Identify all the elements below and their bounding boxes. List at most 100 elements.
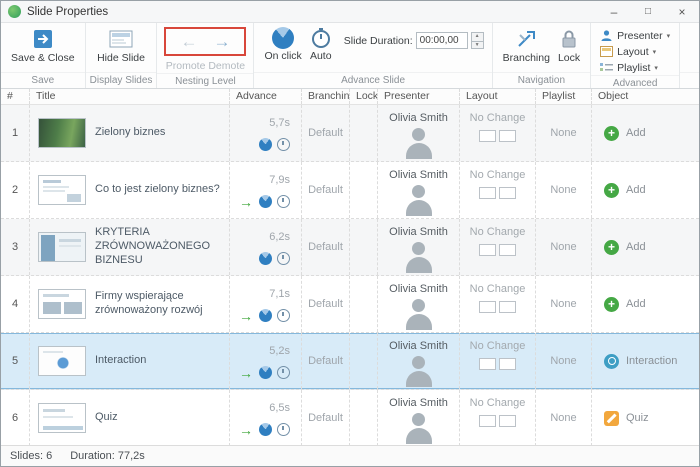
group-label-nesting-level: Nesting Level (157, 73, 253, 89)
title-cell[interactable]: Zielony biznes (29, 105, 229, 161)
column-header-advance: Advance (229, 89, 301, 104)
object-cell[interactable]: Add (591, 105, 699, 161)
promote-icon[interactable]: ← (180, 33, 197, 50)
presenter-cell[interactable]: Olivia Smith (377, 105, 459, 161)
object-cell[interactable]: Interaction (591, 333, 699, 389)
auto-timer-icon (277, 138, 290, 151)
advance-cell[interactable]: 7,9s → (229, 162, 301, 218)
hide-slide-button[interactable]: Hide Slide (93, 26, 149, 66)
avatar (404, 298, 434, 331)
save-close-button[interactable]: Save & Close (7, 26, 79, 66)
demote-icon[interactable]: → (213, 33, 230, 50)
object-cell[interactable]: Add (591, 219, 699, 275)
lock-cell[interactable] (349, 333, 377, 389)
on-click-button[interactable]: On click (260, 26, 305, 64)
slide-number: 4 (1, 276, 29, 332)
layout-cell[interactable]: No Change (459, 276, 535, 332)
object-cell[interactable]: Add (591, 276, 699, 332)
presenter-name: Olivia Smith (389, 226, 448, 238)
layout-cell[interactable]: No Change (459, 333, 535, 389)
lock-cell[interactable] (349, 390, 377, 445)
slide-thumbnail (38, 346, 86, 376)
lock-button[interactable]: Lock (554, 26, 584, 66)
column-header-playlist: Playlist (535, 89, 591, 104)
advance-cell[interactable]: 5,2s → (229, 333, 301, 389)
lock-cell[interactable] (349, 162, 377, 218)
object-icon (604, 411, 619, 426)
layout-cell[interactable]: No Change (459, 390, 535, 445)
playlist-cell[interactable]: None (535, 390, 591, 445)
maximize-button[interactable]: □ (631, 1, 665, 22)
title-cell[interactable]: Quiz (29, 390, 229, 445)
playlist-cell[interactable]: None (535, 162, 591, 218)
branching-button[interactable]: Branching (499, 26, 554, 66)
lock-cell[interactable] (349, 219, 377, 275)
layout-thumbnails-icon (479, 187, 516, 199)
presenter-cell[interactable]: Olivia Smith (377, 276, 459, 332)
branching-cell[interactable]: Default (301, 105, 349, 161)
branching-cell[interactable]: Default (301, 162, 349, 218)
group-label-advance-slide: Advance Slide (254, 72, 491, 88)
minimize-button[interactable]: – (597, 1, 631, 22)
presenter-name: Olivia Smith (389, 283, 448, 295)
table-row[interactable]: 5 Interaction 5,2s → Default Olivia Smit… (1, 333, 699, 390)
presenter-cell[interactable]: Olivia Smith (377, 333, 459, 389)
presenter-cell[interactable]: Olivia Smith (377, 390, 459, 445)
branching-cell[interactable]: Default (301, 219, 349, 275)
object-cell[interactable]: Add (591, 162, 699, 218)
lock-cell[interactable] (349, 105, 377, 161)
layout-cell[interactable]: No Change (459, 105, 535, 161)
slide-thumbnail (38, 175, 86, 205)
layout-dropdown[interactable]: Layout ▾ (597, 44, 673, 59)
advance-cell[interactable]: 6,5s → (229, 390, 301, 445)
close-button[interactable]: × (665, 1, 699, 22)
playlist-cell[interactable]: None (535, 219, 591, 275)
advance-cell[interactable]: 6,2s → (229, 219, 301, 275)
table-row[interactable]: 6 Quiz 6,5s → Default Olivia Smith No Ch… (1, 390, 699, 445)
title-cell[interactable]: Interaction (29, 333, 229, 389)
auto-label: Auto (310, 51, 332, 63)
layout-cell[interactable]: No Change (459, 162, 535, 218)
object-label: Interaction (626, 355, 677, 367)
advance-time: 6,2s (269, 231, 290, 243)
auto-timer-icon (277, 252, 290, 265)
window-controls: – □ × (597, 1, 699, 22)
spinner-up-icon[interactable]: ▲ (471, 32, 484, 41)
presenter-cell[interactable]: Olivia Smith (377, 162, 459, 218)
presenter-name: Olivia Smith (389, 169, 448, 181)
branching-cell[interactable]: Default (301, 333, 349, 389)
advance-cell[interactable]: 7,1s → (229, 276, 301, 332)
spinner-down-icon[interactable]: ▼ (471, 41, 484, 50)
title-cell[interactable]: Co to jest zielony biznes? (29, 162, 229, 218)
status-bar: Slides: 6 Duration: 77,2s (1, 445, 699, 466)
object-icon (604, 297, 619, 312)
lock-icon (560, 27, 578, 51)
table-row[interactable]: 2 Co to jest zielony biznes? 7,9s → Defa… (1, 162, 699, 219)
table-row[interactable]: 3 KRYTERIA ZRÓWNOWAŻONEGO BIZNESU 6,2s →… (1, 219, 699, 276)
title-cell[interactable]: Firmy wspierające zrównoważony rozwój (29, 276, 229, 332)
presenter-cell[interactable]: Olivia Smith (377, 219, 459, 275)
title-cell[interactable]: KRYTERIA ZRÓWNOWAŻONEGO BIZNESU (29, 219, 229, 275)
playlist-cell[interactable]: None (535, 276, 591, 332)
playlist-cell[interactable]: None (535, 105, 591, 161)
chevron-down-icon: ▾ (653, 48, 657, 56)
slide-duration-input[interactable] (416, 32, 468, 49)
layout-value: No Change (470, 340, 526, 352)
layout-thumbnails-icon (479, 301, 516, 313)
table-row[interactable]: 1 Zielony biznes 5,7s → Default Olivia S… (1, 105, 699, 162)
presenter-dropdown[interactable]: Presenter ▾ (597, 28, 673, 43)
advance-cell[interactable]: 5,7s → (229, 105, 301, 161)
total-duration: Duration: 77,2s (70, 450, 145, 462)
playlist-dropdown[interactable]: Playlist ▾ (597, 60, 673, 75)
branching-cell[interactable]: Default (301, 276, 349, 332)
layout-cell[interactable]: No Change (459, 219, 535, 275)
on-click-icon (272, 27, 294, 49)
table-row[interactable]: 4 Firmy wspierające zrównoważony rozwój … (1, 276, 699, 333)
layout-dropdown-label: Layout (617, 46, 649, 58)
branching-cell[interactable]: Default (301, 390, 349, 445)
lock-cell[interactable] (349, 276, 377, 332)
object-cell[interactable]: Quiz (591, 390, 699, 445)
auto-button[interactable]: Auto (306, 26, 336, 64)
advance-time: 7,9s (269, 174, 290, 186)
playlist-cell[interactable]: None (535, 333, 591, 389)
